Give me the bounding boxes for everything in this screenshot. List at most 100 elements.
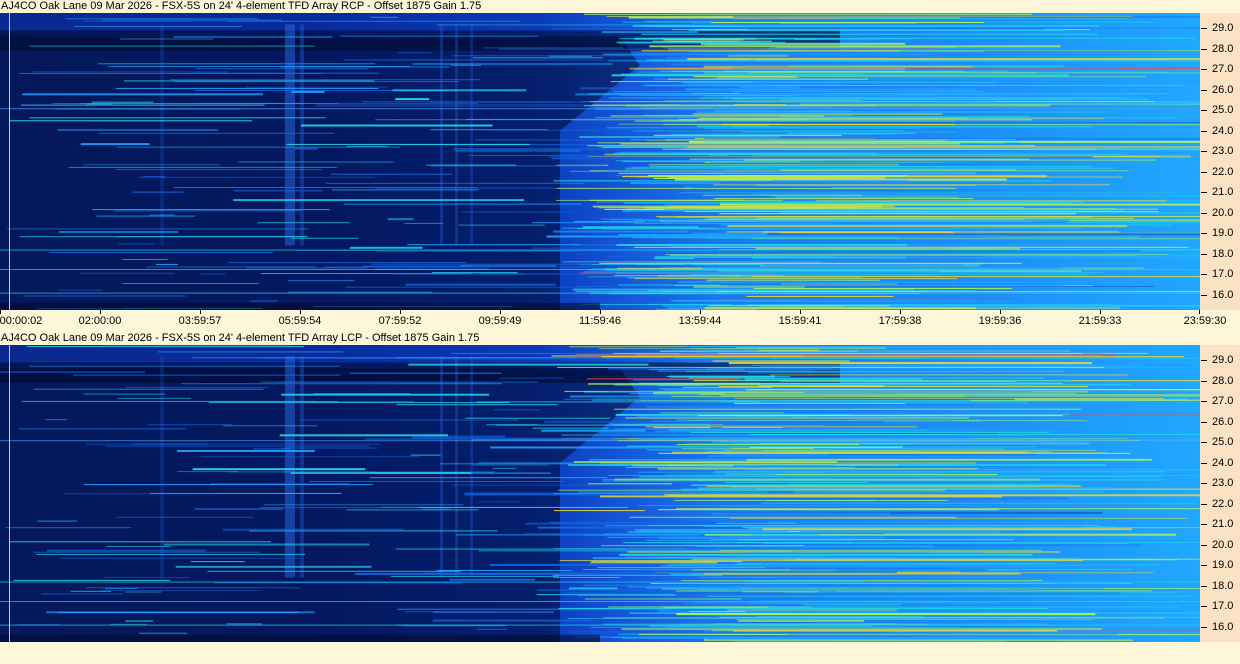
interference-line xyxy=(667,274,940,276)
interference-line xyxy=(228,262,467,264)
interference-line xyxy=(723,276,1200,278)
interference-line xyxy=(281,393,490,396)
interference-line xyxy=(762,542,1128,544)
burst-stripe xyxy=(470,356,473,578)
interference-line xyxy=(602,481,1159,483)
interference-line xyxy=(711,466,764,468)
interference-line xyxy=(689,50,984,52)
carrier-line xyxy=(0,624,1200,626)
burst-stripe xyxy=(455,356,458,578)
interference-line xyxy=(36,553,306,555)
interference-line xyxy=(117,243,155,245)
interference-line xyxy=(74,25,242,27)
x-tick-label: 19:59:36 xyxy=(978,315,1022,327)
interference-line xyxy=(654,258,695,260)
interference-line xyxy=(692,232,779,234)
interference-line xyxy=(125,591,162,593)
interference-line xyxy=(455,150,580,152)
x-tick-label: 13:59:44 xyxy=(678,315,722,327)
interference-line xyxy=(627,445,904,447)
interference-line xyxy=(210,483,350,485)
interference-line xyxy=(745,429,866,431)
interference-line xyxy=(619,553,1033,556)
interference-line xyxy=(575,93,824,96)
y-tick-label: 27.0 xyxy=(1212,63,1234,76)
interference-line xyxy=(623,202,1071,204)
x-tick xyxy=(1000,310,1001,314)
interference-line xyxy=(465,417,611,419)
interference-line xyxy=(659,412,785,414)
interference-line xyxy=(774,199,859,201)
y-tick-label: 24.0 xyxy=(1212,456,1234,469)
interference-line xyxy=(392,273,586,275)
interference-line xyxy=(732,487,1125,489)
interference-line xyxy=(689,437,1101,438)
interference-line xyxy=(646,208,1117,210)
y-tick xyxy=(1201,294,1207,296)
x-tick xyxy=(1100,310,1101,314)
y-tick-label: 28.0 xyxy=(1212,374,1234,387)
interference-line xyxy=(369,477,608,479)
y-tick-label: 19.0 xyxy=(1212,227,1234,240)
interference-line xyxy=(667,183,948,185)
interference-line xyxy=(619,38,914,40)
interference-line xyxy=(475,139,666,141)
interference-line xyxy=(772,180,908,183)
interference-line xyxy=(345,286,589,288)
y-tick xyxy=(1201,233,1207,235)
interference-line xyxy=(482,47,624,49)
interference-line xyxy=(229,471,376,473)
interference-line xyxy=(687,146,1200,148)
interference-line xyxy=(767,48,858,50)
lcp-title: AJ4CO Oak Lane 09 Mar 2026 - FSX-5S on 2… xyxy=(1,332,480,344)
interference-line xyxy=(622,161,800,163)
x-tick xyxy=(500,310,501,314)
interference-line xyxy=(155,263,178,265)
interference-line xyxy=(780,283,897,285)
interference-line xyxy=(249,300,278,303)
y-tick-label: 21.0 xyxy=(1212,518,1234,531)
interference-line xyxy=(246,267,368,269)
interference-line xyxy=(717,353,1083,354)
interference-line xyxy=(761,502,1196,504)
interference-line xyxy=(355,572,671,575)
interference-line xyxy=(115,87,379,89)
interference-line xyxy=(29,117,326,119)
interference-line xyxy=(696,76,1146,78)
interference-line xyxy=(146,266,316,268)
interference-line xyxy=(706,368,1200,371)
burst-stripe xyxy=(440,356,443,578)
interference-line xyxy=(629,516,957,518)
interference-line xyxy=(720,395,1200,397)
interference-line xyxy=(744,159,1156,161)
interference-line xyxy=(714,198,974,200)
interference-line xyxy=(569,587,618,590)
interference-line xyxy=(149,214,176,216)
interference-line xyxy=(729,517,1188,519)
interference-line xyxy=(644,21,714,23)
interference-line xyxy=(426,164,516,166)
interference-line xyxy=(101,345,292,347)
interference-line xyxy=(19,236,308,238)
y-tick xyxy=(1201,544,1207,546)
interference-line xyxy=(816,200,1167,202)
interference-line xyxy=(73,374,341,376)
interference-line xyxy=(587,378,740,380)
interference-line xyxy=(177,471,239,473)
y-tick-label: 21.0 xyxy=(1212,186,1234,199)
interference-line xyxy=(656,260,874,262)
interference-line xyxy=(625,104,1050,107)
night-region xyxy=(0,36,640,310)
interference-line xyxy=(253,448,290,450)
interference-line xyxy=(96,215,196,217)
interference-line xyxy=(33,71,228,73)
interference-line xyxy=(315,104,612,107)
interference-line xyxy=(669,375,775,378)
interference-line xyxy=(708,455,1043,458)
y-tick xyxy=(1201,626,1207,628)
interference-line xyxy=(781,116,1031,118)
interference-line xyxy=(648,164,899,166)
interference-line xyxy=(536,594,675,596)
interference-line xyxy=(674,499,948,501)
interference-line xyxy=(463,492,606,494)
